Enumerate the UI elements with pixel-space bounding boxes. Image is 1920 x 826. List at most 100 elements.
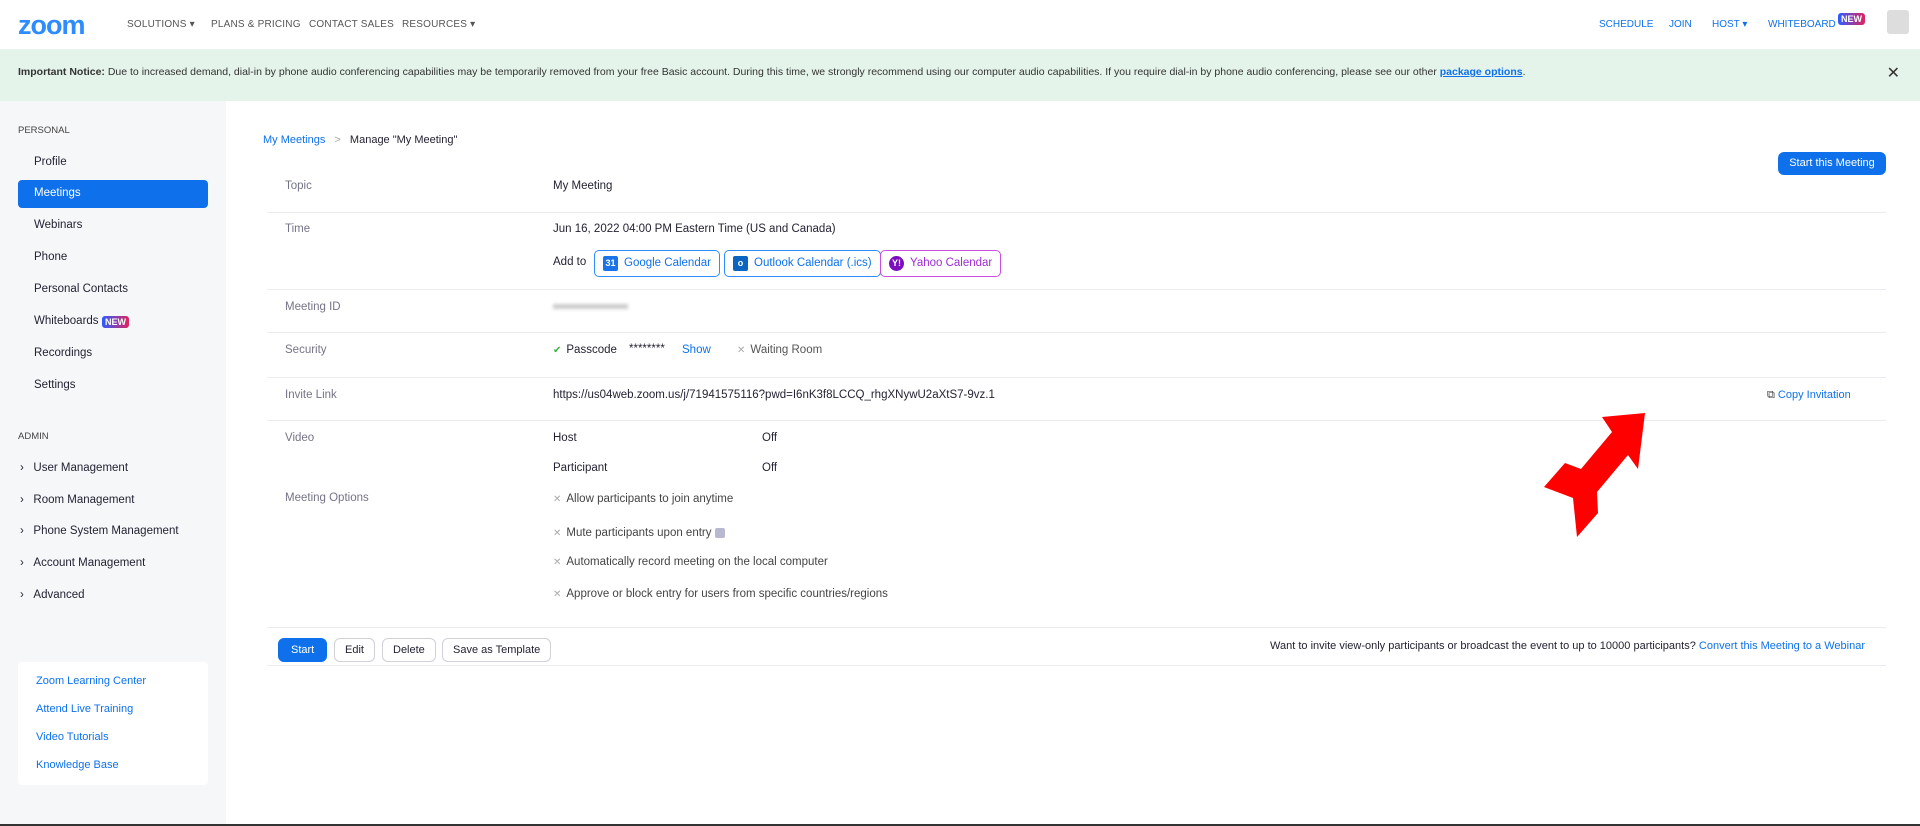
avatar[interactable] [1887, 10, 1909, 34]
check-icon: ✔ [553, 345, 562, 356]
sidebar-item-user-management[interactable]: › User Management [20, 462, 128, 474]
option-item: ✕ Allow participants to join anytime [553, 493, 733, 505]
yahoo-calendar-button[interactable]: Y! Yahoo Calendar [880, 250, 1002, 277]
label: Yahoo Calendar [910, 257, 993, 269]
nav-host[interactable]: HOST ▾ [1712, 19, 1747, 30]
zoom-learning-center-link[interactable]: Zoom Learning Center [36, 675, 146, 687]
topic-value: My Meeting [553, 180, 613, 192]
topic-row [267, 165, 1886, 213]
label: Mute participants upon entry [566, 527, 712, 539]
sidebar-item-whiteboards[interactable]: Whiteboards [34, 315, 99, 327]
edit-button[interactable]: Edit [334, 638, 375, 662]
sidebar-item-phone-system-management[interactable]: › Phone System Management [20, 525, 179, 537]
breadcrumb-separator: > [334, 134, 341, 146]
attend-live-training-link[interactable]: Attend Live Training [36, 703, 133, 715]
topic-label: Topic [285, 180, 312, 192]
nav-solutions[interactable]: SOLUTIONS ▾ [127, 19, 195, 30]
sidebar-item-profile[interactable]: Profile [34, 156, 67, 168]
option-item: ✕ Automatically record meeting on the loc… [553, 556, 828, 568]
sidebar-item-settings[interactable]: Settings [34, 379, 76, 391]
security-label: Security [285, 344, 327, 356]
admin-section-label: ADMIN [18, 431, 49, 442]
label: Google Calendar [624, 257, 711, 269]
yahoo-icon: Y! [889, 256, 904, 271]
nav-plans-pricing[interactable]: PLANS & PRICING [211, 19, 301, 30]
start-button[interactable]: Start [278, 638, 328, 662]
label: Phone System Management [33, 525, 179, 537]
google-calendar-icon: 31 [603, 256, 618, 271]
time-row [267, 213, 1886, 290]
sidebar-item-recordings[interactable]: Recordings [34, 347, 92, 359]
video-tutorials-link[interactable]: Video Tutorials [36, 731, 109, 743]
outlook-calendar-button[interactable]: o Outlook Calendar (.ics) [724, 250, 881, 277]
sidebar-item-room-management[interactable]: › Room Management [20, 494, 134, 506]
label: Automatically record meeting on the loca… [566, 556, 828, 568]
label: Account Management [33, 557, 146, 569]
security-row [267, 333, 1886, 378]
x-icon: ✕ [553, 589, 562, 600]
label: Allow participants to join anytime [566, 493, 734, 505]
webinar-text: Want to invite view-only participants or… [1270, 640, 1696, 652]
sidebar-item-account-management[interactable]: › Account Management [20, 557, 145, 569]
passcode-mask: ******** [629, 343, 665, 355]
label: Outlook Calendar (.ics) [754, 257, 872, 269]
new-badge: NEW [102, 316, 129, 328]
google-calendar-button[interactable]: 31 Google Calendar [594, 250, 720, 277]
webinar-convert-note: Want to invite view-only participants or… [1270, 640, 1865, 652]
show-passcode-link[interactable]: Show [682, 344, 711, 356]
outlook-icon: o [733, 256, 748, 271]
participant-video-label: Participant [553, 462, 608, 474]
label: Approve or block entry for users from sp… [566, 588, 888, 600]
package-options-link[interactable]: package options [1440, 66, 1523, 78]
participant-video-value: Off [762, 462, 778, 474]
personal-section-label: PERSONAL [18, 125, 70, 136]
breadcrumb-current: Manage "My Meeting" [349, 134, 458, 146]
breadcrumb-my-meetings[interactable]: My Meetings [263, 134, 325, 146]
sidebar-item-meetings[interactable]: Meetings [18, 180, 208, 208]
option-item: ✕ Approve or block entry for users from s… [553, 588, 888, 600]
delete-button[interactable]: Delete [382, 638, 436, 662]
info-icon[interactable] [714, 527, 725, 538]
invite-link-row [267, 378, 1886, 421]
sidebar-item-webinars[interactable]: Webinars [34, 219, 82, 231]
top-header: zoom SOLUTIONS ▾ PLANS & PRICING CONTACT… [0, 0, 1920, 49]
host-video-label: Host [553, 432, 577, 444]
sidebar-item-personal-contacts[interactable]: Personal Contacts [34, 283, 128, 295]
label: Waiting Room [750, 344, 823, 356]
label: Advanced [33, 589, 85, 601]
important-notice-banner: Important Notice: Due to increased deman… [0, 49, 1920, 101]
save-as-template-button[interactable]: Save as Template [442, 638, 552, 662]
knowledge-base-link[interactable]: Knowledge Base [36, 759, 119, 771]
time-label: Time [285, 223, 311, 235]
sidebar-item-advanced[interactable]: › Advanced [20, 589, 85, 601]
video-label: Video [285, 432, 315, 444]
option-item: ✕ Mute participants upon entry [553, 527, 725, 539]
time-value: Jun 16, 2022 04:00 PM Eastern Time (US a… [553, 223, 836, 235]
x-icon: ✕ [553, 557, 562, 568]
notice-text: Due to increased demand, dial-in by phon… [104, 66, 1440, 78]
sidebar-item-phone[interactable]: Phone [34, 251, 67, 263]
invite-link-url[interactable]: https://us04web.zoom.us/j/71941575116?pw… [553, 389, 995, 401]
x-icon: ✕ [553, 528, 562, 539]
zoom-logo[interactable]: zoom [18, 10, 85, 41]
convert-to-webinar-link[interactable]: Convert this Meeting to a Webinar [1699, 640, 1865, 652]
nav-whiteboard[interactable]: WHITEBOARD [1768, 19, 1836, 30]
passcode-item: ✔ Passcode [553, 344, 617, 356]
close-icon[interactable]: ✕ [1887, 63, 1900, 83]
label: Copy Invitation [1777, 389, 1851, 401]
add-to-label: Add to [553, 256, 587, 268]
nav-schedule[interactable]: SCHEDULE [1599, 19, 1653, 30]
x-icon: ✕ [553, 494, 562, 505]
waiting-room-item: ✕ Waiting Room [737, 344, 822, 356]
meeting-id-label: Meeting ID [285, 301, 341, 313]
breadcrumb: My Meetings > Manage "My Meeting" [263, 134, 457, 146]
nav-contact-sales[interactable]: CONTACT SALES [309, 19, 394, 30]
invite-link-label: Invite Link [285, 389, 337, 401]
copy-invitation-button[interactable]: ⧉ Copy Invitation [1767, 389, 1851, 402]
x-icon: ✕ [737, 345, 746, 356]
nav-join[interactable]: JOIN [1669, 19, 1692, 30]
meeting-options-label: Meeting Options [285, 492, 369, 504]
notice-title: Important Notice: [18, 66, 105, 78]
nav-resources[interactable]: RESOURCES ▾ [402, 19, 475, 30]
blurred-meeting-id [553, 304, 628, 309]
